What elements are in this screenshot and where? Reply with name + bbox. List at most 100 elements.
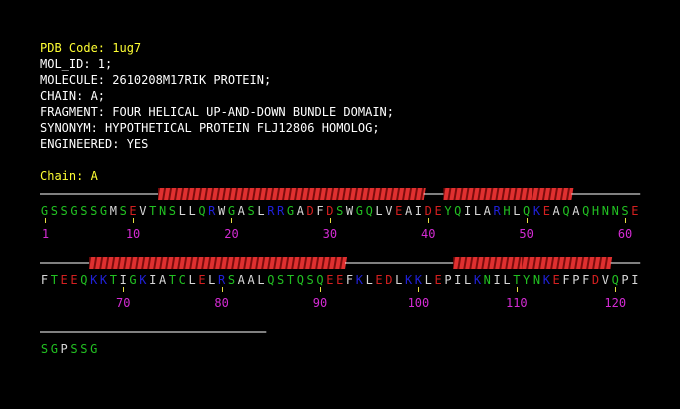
residue: S	[247, 204, 255, 218]
residue: N	[483, 273, 491, 287]
residue: L	[375, 204, 383, 218]
residue: T	[149, 204, 157, 218]
residue: V	[139, 204, 147, 218]
residue-number: 1	[41, 227, 50, 241]
residue: W	[345, 204, 354, 218]
residue: C	[178, 273, 186, 287]
residue: E	[326, 273, 334, 287]
residue: A	[404, 204, 413, 218]
residue: F	[40, 273, 49, 287]
residue: S	[60, 204, 68, 218]
residue: Q	[316, 273, 324, 287]
residue-number: 60	[617, 227, 633, 241]
residue: L	[503, 273, 511, 287]
residue: I	[454, 273, 462, 287]
residue: T	[109, 273, 117, 287]
residue: K	[404, 273, 413, 287]
residue: E	[434, 204, 442, 218]
residue: S	[336, 204, 344, 218]
residue-number: 30	[322, 227, 338, 241]
residue: W	[217, 204, 226, 218]
residue: P	[444, 273, 452, 287]
residue: N	[611, 204, 619, 218]
residue-tick	[133, 218, 135, 223]
helix-segment	[158, 188, 426, 200]
residue: R	[217, 273, 226, 287]
residue: D	[385, 273, 393, 287]
residue: S	[119, 204, 127, 218]
sequence-viewer: { "header": { "pdb_code": "PDB Code: 1ug…	[0, 0, 680, 409]
residue-tick	[615, 287, 617, 292]
residue: E	[395, 204, 403, 218]
residue: P	[60, 342, 68, 356]
residue: E	[631, 204, 639, 218]
residue: F	[582, 273, 590, 287]
residue: S	[306, 273, 314, 287]
residue-number: 110	[505, 296, 528, 310]
residue-tick	[418, 287, 420, 292]
residue: T	[50, 273, 58, 287]
residue: Q	[198, 204, 206, 218]
residue-tick	[123, 287, 125, 292]
residue: D	[424, 204, 432, 218]
residue: T	[286, 273, 295, 287]
residue: L	[257, 273, 265, 287]
residue: R	[267, 204, 275, 218]
residue: A	[237, 204, 245, 218]
residue: I	[463, 204, 472, 218]
residue: D	[326, 204, 334, 218]
residue: L	[395, 273, 403, 287]
residue: F	[316, 204, 324, 218]
residue-number: 40	[421, 227, 436, 241]
residue-tick	[625, 218, 627, 223]
residue-tick	[231, 218, 233, 223]
helix-segment	[532, 188, 574, 200]
residue: K	[414, 273, 423, 287]
residue: G	[40, 204, 49, 218]
residue: Y	[444, 204, 452, 218]
residue: A	[483, 204, 491, 218]
residue: E	[129, 204, 137, 218]
residue: I	[631, 273, 639, 287]
residue-tick	[329, 218, 331, 223]
residue: N	[601, 204, 609, 218]
residue: E	[70, 273, 78, 287]
residue: Q	[365, 204, 373, 218]
residue: I	[149, 273, 157, 287]
residue: M	[109, 204, 117, 218]
helix-segment	[89, 257, 348, 269]
residue: S	[277, 273, 285, 287]
residue: Q	[296, 273, 304, 287]
residue: S	[621, 204, 629, 218]
residue: L	[188, 204, 196, 218]
residue: I	[414, 204, 423, 218]
residue: G	[99, 204, 108, 218]
residue: G	[50, 342, 58, 356]
residue: E	[375, 273, 383, 287]
residue: S	[40, 342, 49, 356]
residue-number: 90	[312, 296, 328, 310]
residue: A	[296, 204, 304, 218]
residue: L	[424, 273, 432, 287]
residue: Q	[267, 273, 275, 287]
residue: A	[247, 273, 255, 287]
residue: A	[572, 204, 580, 218]
residue: A	[237, 273, 245, 287]
residue: N	[532, 273, 541, 287]
residue: L	[257, 204, 265, 218]
residue: G	[286, 204, 295, 218]
residue-number: 100	[407, 296, 430, 310]
residue: K	[355, 273, 363, 287]
residue: K	[532, 204, 541, 218]
residue: T	[513, 273, 521, 287]
residue: I	[493, 273, 501, 287]
residue: A	[552, 204, 560, 218]
residue: L	[178, 204, 186, 218]
residue: Q	[80, 273, 88, 287]
residue: R	[277, 204, 285, 218]
residue-number: 70	[115, 296, 131, 310]
residue: S	[80, 342, 88, 356]
residue-number: 10	[125, 227, 141, 241]
residue: H	[591, 204, 600, 218]
residue: L	[463, 273, 472, 287]
